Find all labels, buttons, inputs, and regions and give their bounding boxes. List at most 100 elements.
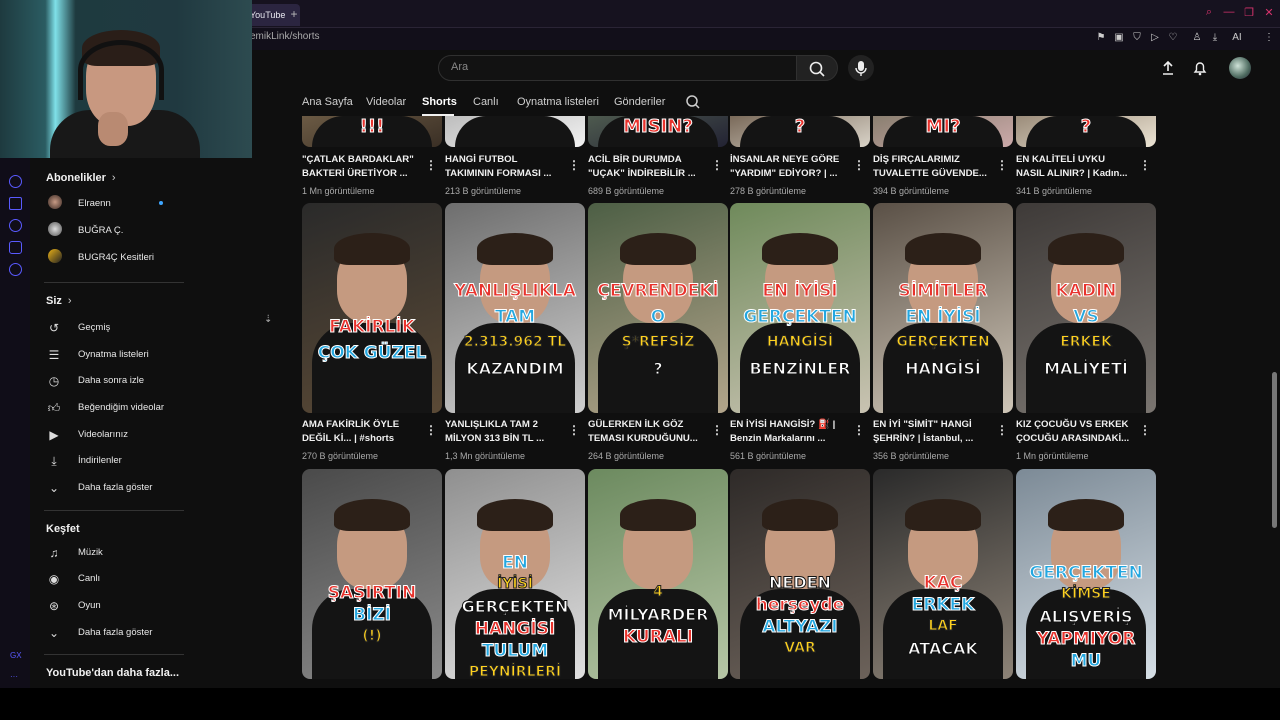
video-title[interactable]: YANLIŞLIKLA TAM 2 MİLYON 313 BİN TL ... [445,418,565,446]
search-input[interactable] [451,61,751,73]
video-title-line: EN KALİTELİ UYKU [1016,154,1106,165]
short-thumbnail[interactable]: ? [730,116,870,147]
subscription-bugrac-kesitleri[interactable]: BUGR4Ç Kesitleri [44,248,184,268]
video-title[interactable]: İNSANLAR NEYE GÖRE "YARDIM" EDİYOR? | ... [730,153,850,181]
subscription-elraenn[interactable]: Elraenn [44,194,184,214]
history-sidebar-icon[interactable] [9,219,22,232]
new-tab-icon[interactable]: + [286,6,302,22]
menu-icon[interactable]: ⋮ [1262,32,1276,43]
guide-item-show-more[interactable]: ⌄ Daha fazla göster [44,478,184,498]
guide-item-live[interactable]: ◉ Canlı [44,569,184,589]
more-options-icon[interactable]: ⋮ [1139,158,1151,172]
guide-item-playlists[interactable]: ☰ Oynatma listeleri [44,345,184,365]
short-thumbnail[interactable]: EN İYİSİ GERÇEKTEN HANGİSİ BENZİNLER [730,203,870,413]
video-title[interactable]: KIZ ÇOCUĞU VS ERKEK ÇOCUĞU ARASINDAKİ... [1016,418,1136,446]
short-thumbnail[interactable]: MI? [873,116,1013,147]
short-thumbnail[interactable]: ŞAŞIRTIN BİZİ (!) [302,469,442,679]
bookmark-icon[interactable]: ⚑ [1094,32,1108,43]
video-title[interactable]: AMA FAKİRLİK ÖYLE DEĞİL Kİ... | #shorts [302,418,422,446]
more-options-icon[interactable]: ⋮ [996,423,1008,437]
short-thumbnail[interactable]: ? [1016,116,1156,147]
guide-item-your-videos[interactable]: ▶ Videolarınız [44,425,184,445]
video-title[interactable]: HANGİ FUTBOL TAKIMININ FORMASI ... [445,153,565,181]
search-icon [809,61,825,77]
page-scrollbar[interactable] [1272,372,1277,528]
short-thumbnail[interactable]: EN İYİSİ GERÇEKTEN HANGİSİ TULUM PEYNİRLERİ [445,469,585,679]
more-options-icon[interactable]: ⋮ [996,158,1008,172]
player-icon[interactable] [9,175,22,188]
more-options-icon[interactable]: ⋮ [853,423,865,437]
short-thumbnail[interactable]: GERÇEKTEN KİMSE ALIŞVERİŞ YAPMIYOR MU [1016,469,1156,679]
maximize-icon[interactable]: ❐ [1242,6,1256,19]
more-options-icon[interactable]: ⋮ [568,423,580,437]
shield-icon[interactable]: ⛉ [1130,32,1144,43]
guide-item-show-more-explore[interactable]: ⌄ Daha fazla göster [44,623,184,643]
view-count: 213 B görüntüleme [445,186,522,196]
thumbnail-caption: MU [1070,651,1102,671]
more-options-icon[interactable]: ⋮ [568,158,580,172]
more-icon[interactable]: ··· [10,672,18,681]
more-options-icon[interactable]: ⋮ [853,158,865,172]
profile-avatar[interactable] [1229,57,1251,79]
short-thumbnail[interactable]: NEDEN herşeyde ALTYAZI VAR [730,469,870,679]
extensions-icon[interactable] [9,241,22,254]
close-window-icon[interactable]: ✕ [1262,6,1276,19]
pin-icon[interactable] [9,197,22,210]
more-options-icon[interactable]: ⋮ [711,158,723,172]
more-options-icon[interactable]: ⋮ [711,423,723,437]
settings-icon[interactable] [9,263,22,276]
account-icon[interactable]: ♙ [1190,32,1204,43]
heart-icon[interactable]: ♡ [1166,32,1180,43]
short-thumbnail[interactable]: MISIN? [588,116,728,147]
you-header[interactable]: Siz › [46,295,72,307]
video-title[interactable]: "ÇATLAK BARDAKLAR" BAKTERİ ÜRETİYOR ... [302,153,422,181]
gx-icon[interactable]: GX [10,651,22,660]
short-thumbnail[interactable]: 4 MİLYARDER KURALI [588,469,728,679]
video-title[interactable]: EN İYİSİ HANGİSİ? ⛽ | Benzin Markalarını … [730,418,850,446]
guide-item-music[interactable]: ♫ Müzik [44,543,184,563]
guide-item-watch-later[interactable]: ◷ Daha sonra izle [44,371,184,391]
guide-item-gaming[interactable]: ⊛ Oyun [44,596,184,616]
video-title[interactable]: ACİL BİR DURUMDA "UÇAK" İNDİREBİLİR ... [588,153,708,181]
guide-item-downloads[interactable]: ⤓ İndirilenler [44,451,184,471]
short-thumbnail[interactable]: SİMİTLER EN İYİSİ GERÇEKTEN HANGİSİ [873,203,1013,413]
video-title[interactable]: DİŞ FIRÇALARIMIZ TUVALETTE GÜVENDE... [873,153,993,181]
search-tabs-icon[interactable]: ⌕ [1202,6,1216,19]
upload-icon[interactable] [1159,59,1177,77]
video-title[interactable]: EN KALİTELİ UYKU NASIL ALINIR? | Kadın... [1016,153,1136,181]
ai-button[interactable]: AI [1226,32,1248,43]
guide-item-liked[interactable]: 👍︎ Beğendiğim videolar [44,398,184,418]
voice-search-button[interactable] [848,55,874,81]
more-options-icon[interactable]: ⋮ [425,158,437,172]
person-hair [905,499,981,531]
guide-item-history[interactable]: ↺ Geçmiş [44,318,184,338]
notifications-icon[interactable] [1191,59,1209,77]
tab-shorts[interactable]: Shorts [422,96,457,108]
channel-search-icon[interactable] [685,94,701,110]
video-title[interactable]: GÜLERKEN İLK GÖZ TEMASI KURDUĞUNU... [588,418,708,446]
short-thumbnail[interactable]: YANLIŞLIKLA TAM 2.313.962 TL KAZANDIM [445,203,585,413]
search-button[interactable] [796,55,838,81]
short-thumbnail[interactable]: KAÇ ERKEK LAF ATACAK [873,469,1013,679]
more-options-icon[interactable]: ⋮ [425,423,437,437]
search-box[interactable] [438,55,798,81]
snapshot-icon[interactable]: ▣ [1112,32,1126,43]
short-thumbnail[interactable] [445,116,585,147]
tab-home[interactable]: Ana Sayfa [302,96,353,108]
more-options-icon[interactable]: ⋮ [1139,423,1151,437]
subscription-bugra[interactable]: BUĞRA Ç. [44,221,184,241]
download-icon[interactable]: ⤓ [1208,32,1222,43]
play-icon[interactable]: ▷ [1148,32,1162,43]
tab-videos[interactable]: Videolar [366,96,406,108]
minimize-icon[interactable]: — [1222,6,1236,18]
video-title[interactable]: EN İYİ "SİMİT" HANGİ ŞEHRİN? | İstanbul, … [873,418,993,446]
short-thumbnail[interactable]: KADIN VS ERKEK MALİYETİ [1016,203,1156,413]
explore-header: Keşfet [46,523,80,535]
short-thumbnail[interactable]: ÇEVRENDEKİ O Ş*REFSİZ? [588,203,728,413]
tab-live[interactable]: Canlı [473,96,499,108]
tab-posts[interactable]: Gönderiler [614,96,665,108]
short-thumbnail[interactable]: FAKİRLİK ÇOK GÜZEL [302,203,442,413]
subscriptions-header[interactable]: Abonelikler › [46,172,116,184]
short-thumbnail[interactable]: !!! [302,116,442,147]
tab-playlists[interactable]: Oynatma listeleri [517,96,599,108]
